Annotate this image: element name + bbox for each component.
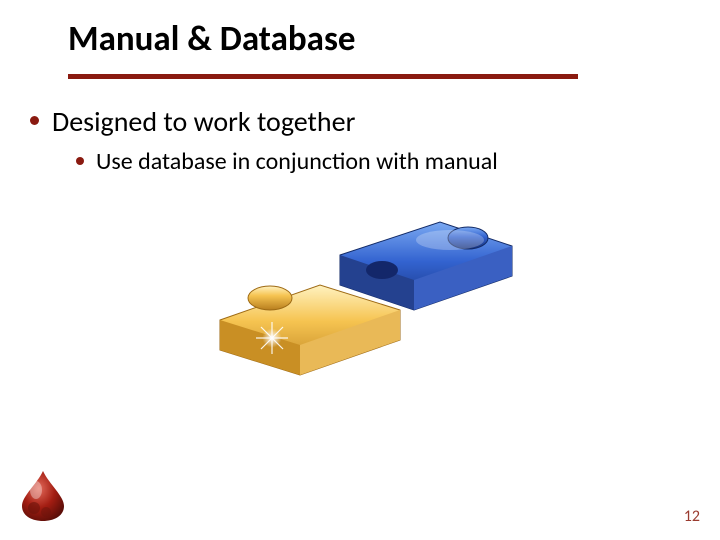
puzzle-piece-gold-icon [220,285,400,375]
body-content: Designed to work together Use database i… [28,104,668,186]
bullet-text: Designed to work together [52,104,355,139]
slide: Manual & Database Designed to work toget… [0,0,720,540]
bullet-level2: Use database in conjunction with manual [52,147,668,176]
page-number: 12 [684,507,700,526]
bullet-level1: Designed to work together Use database i… [28,104,668,176]
puzzle-illustration [200,200,520,390]
slide-title: Manual & Database [68,18,588,68]
blood-drop-logo-icon [16,468,70,522]
title-underline [68,74,578,79]
puzzle-piece-blue-icon [340,222,512,310]
title-block: Manual & Database [68,18,588,79]
bullet-text: Use database in conjunction with manual [96,147,498,176]
